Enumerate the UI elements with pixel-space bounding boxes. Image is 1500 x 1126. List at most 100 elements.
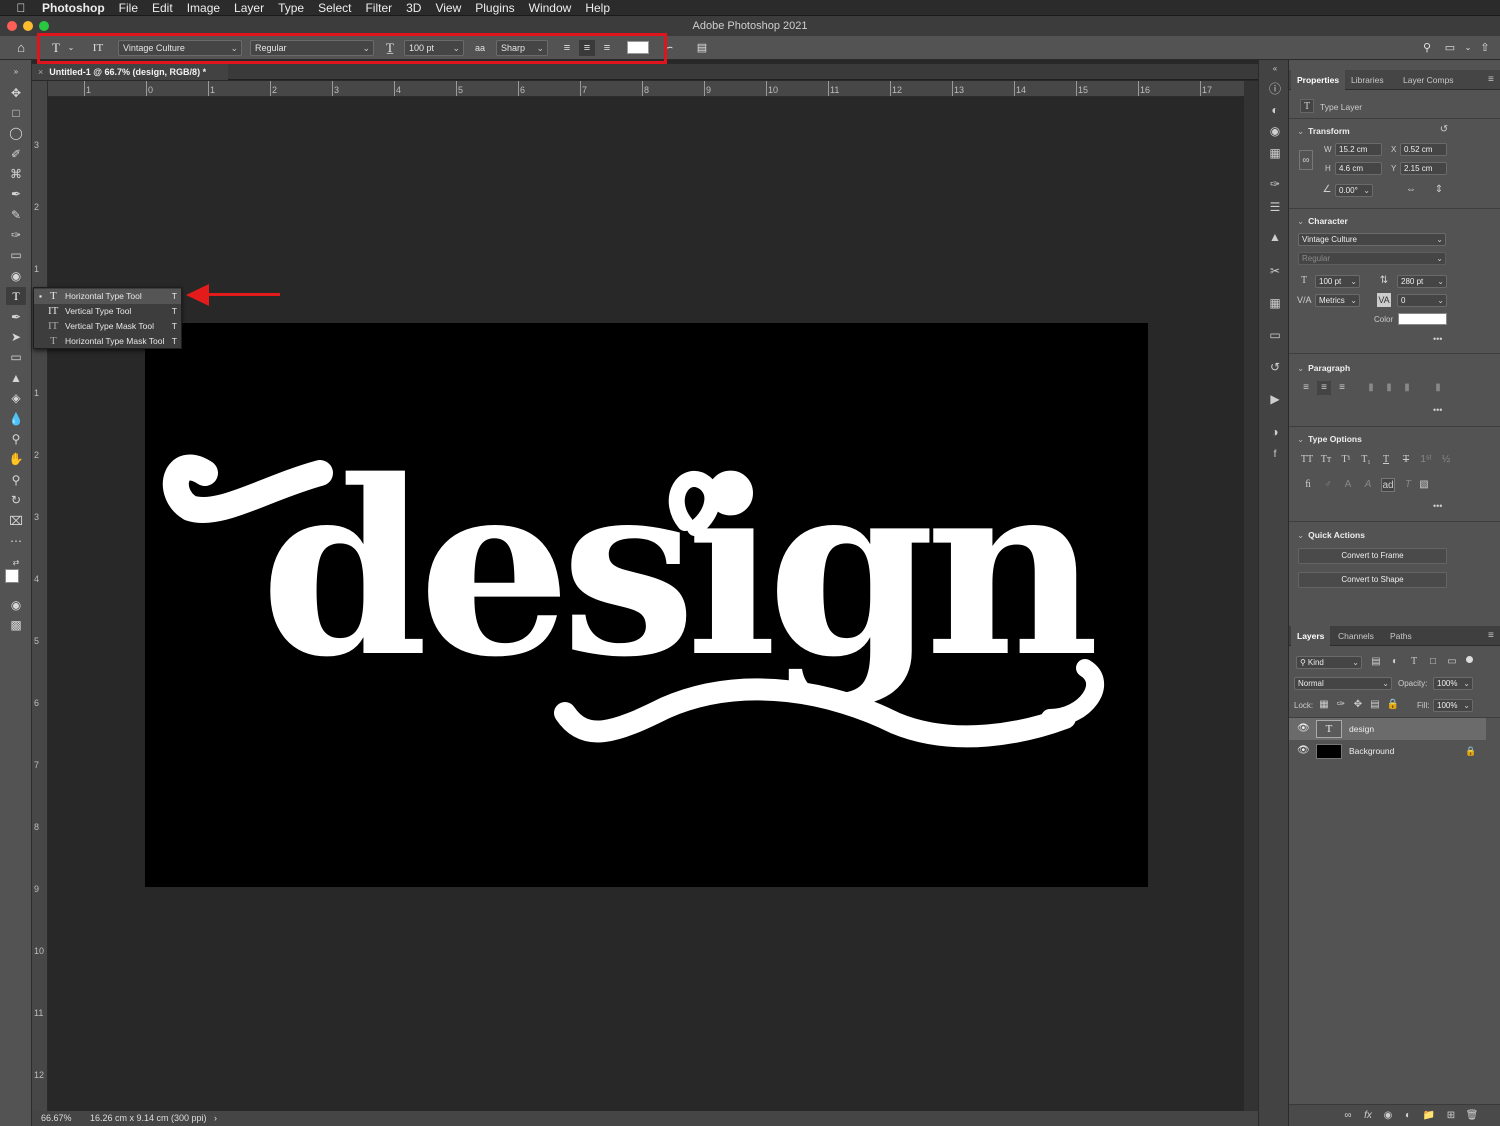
- link-icon[interactable]: ∞: [1299, 150, 1313, 170]
- fx-icon[interactable]: fx: [1361, 1109, 1375, 1123]
- menu-file[interactable]: File: [119, 1, 138, 15]
- subscript-icon[interactable]: T₁: [1359, 453, 1373, 467]
- menu-plugins[interactable]: Plugins: [475, 1, 514, 15]
- blur-tool-icon[interactable]: 💧: [6, 410, 26, 428]
- flyout-item-vertical-type[interactable]: IT Vertical Type Tool T: [34, 304, 181, 319]
- menu-edit[interactable]: Edit: [152, 1, 173, 15]
- underline-icon[interactable]: T: [1379, 453, 1393, 467]
- superscript-icon[interactable]: T¹: [1339, 453, 1353, 467]
- more-icon[interactable]: •••: [1433, 334, 1442, 344]
- tab-channels[interactable]: Channels: [1332, 626, 1380, 646]
- menu-image[interactable]: Image: [187, 1, 220, 15]
- zoom-level[interactable]: 66.67%: [41, 1111, 72, 1126]
- info-icon[interactable]: ⓘ: [1266, 80, 1284, 98]
- paint-bucket-tool-icon[interactable]: ◉: [6, 267, 26, 285]
- layer-row-background[interactable]: 👁 Background 🔒: [1289, 740, 1486, 762]
- opacity-field[interactable]: 100% ⌄: [1433, 677, 1473, 690]
- glyphs-icon[interactable]: f: [1266, 446, 1284, 464]
- sliders-icon[interactable]: ☰: [1266, 198, 1284, 216]
- convert-to-frame-button[interactable]: Convert to Frame: [1298, 548, 1447, 564]
- hand-tool-icon[interactable]: ✋: [6, 450, 26, 468]
- more-icon[interactable]: •••: [1433, 501, 1442, 511]
- character-panel-icon[interactable]: ▤: [694, 40, 710, 56]
- eraser-tool-icon[interactable]: ▭: [6, 246, 26, 264]
- paragraph-align-center-icon[interactable]: ≡: [1317, 381, 1331, 395]
- tab-libraries[interactable]: Libraries: [1345, 70, 1390, 90]
- tab-paths[interactable]: Paths: [1384, 626, 1418, 646]
- kerning-select[interactable]: Metrics ⌄: [1315, 294, 1360, 307]
- filter-pixel-icon[interactable]: ▤: [1369, 655, 1383, 669]
- layer-filter-select[interactable]: ⚲ Kind ⌄: [1296, 656, 1362, 669]
- justify-right-icon[interactable]: ▮: [1400, 381, 1414, 395]
- fill-field[interactable]: 100% ⌄: [1433, 699, 1473, 712]
- grid-icon[interactable]: ▦: [1266, 294, 1284, 312]
- rotate-view-tool-icon[interactable]: ↻: [6, 491, 26, 509]
- move-tool-icon[interactable]: ✥: [6, 84, 26, 102]
- menu-type[interactable]: Type: [278, 1, 304, 15]
- home-icon[interactable]: ⌂: [13, 40, 29, 56]
- collapse-icon[interactable]: «: [1266, 60, 1284, 78]
- justify-left-icon[interactable]: ▮: [1364, 381, 1378, 395]
- document-tab[interactable]: × Untitled-1 @ 66.7% (design, RGB/8) *: [32, 64, 228, 80]
- menu-help[interactable]: Help: [585, 1, 610, 15]
- all-caps-icon[interactable]: TT: [1299, 453, 1315, 467]
- quick-select-tool-icon[interactable]: ✐: [6, 145, 26, 163]
- leading-field[interactable]: 280 pt ⌄: [1397, 275, 1447, 288]
- actions-play-icon[interactable]: ▶: [1266, 390, 1284, 408]
- fractions-icon[interactable]: ½: [1439, 453, 1453, 467]
- close-tab-icon[interactable]: ×: [38, 67, 43, 77]
- type-tool-icon[interactable]: T: [6, 287, 26, 305]
- flyout-item-horizontal-type[interactable]: ▪ T Horizontal Type Tool T: [34, 289, 181, 304]
- ordinals-icon[interactable]: 1ˢᵗ: [1419, 453, 1433, 467]
- adjustments-icon[interactable]: ◐: [1266, 101, 1284, 119]
- swash-icon[interactable]: A: [1341, 478, 1355, 492]
- new-layer-icon[interactable]: ⊞: [1444, 1109, 1458, 1123]
- character-header[interactable]: ⌄ Character: [1297, 216, 1348, 227]
- color-icon[interactable]: ◉: [1266, 122, 1284, 140]
- close-window-button[interactable]: [7, 21, 17, 31]
- justify-all-icon[interactable]: ▮: [1431, 381, 1445, 395]
- filter-shape-icon[interactable]: □: [1426, 655, 1440, 669]
- path-selection-tool-icon[interactable]: ➤: [6, 328, 26, 346]
- healing-brush-tool-icon[interactable]: ✎: [6, 206, 26, 224]
- tracking-field[interactable]: 0 ⌄: [1397, 294, 1447, 307]
- filter-adjustment-icon[interactable]: ◐: [1388, 655, 1402, 669]
- layer-row-design[interactable]: 👁 T design: [1289, 718, 1486, 740]
- lock-artboard-icon[interactable]: ▤: [1368, 698, 1382, 712]
- panel-menu-icon[interactable]: ≡: [1482, 626, 1500, 646]
- layer-name[interactable]: design: [1349, 718, 1374, 740]
- flyout-item-vertical-type-mask[interactable]: IT Vertical Type Mask Tool T: [34, 319, 181, 334]
- eyedropper-tool-icon[interactable]: ✒: [6, 185, 26, 203]
- flyout-item-horizontal-type-mask[interactable]: T Horizontal Type Mask Tool T: [34, 334, 181, 349]
- rectangle-tool-icon[interactable]: ▭: [6, 348, 26, 366]
- chevron-down-icon[interactable]: ⌄: [1460, 40, 1476, 56]
- screen-mode-icon[interactable]: ▩: [6, 616, 26, 634]
- tab-properties[interactable]: Properties: [1291, 70, 1346, 90]
- flip-vertical-icon[interactable]: ⇕: [1432, 183, 1446, 197]
- stylistic-alternates-icon[interactable]: A: [1361, 478, 1375, 492]
- angle-field[interactable]: 0.00° ⌄: [1335, 184, 1373, 197]
- contextual-icon[interactable]: T: [1401, 478, 1415, 492]
- layer-comps-icon[interactable]: ▭: [1266, 326, 1284, 344]
- vertical-scrollbar[interactable]: [1244, 81, 1258, 1111]
- lasso-tool-icon[interactable]: ◯: [6, 124, 26, 142]
- character-size-field[interactable]: 100 pt ⌄: [1315, 275, 1360, 288]
- menu-filter[interactable]: Filter: [365, 1, 392, 15]
- x-field[interactable]: 0.52 cm: [1400, 143, 1447, 156]
- more-tools-icon[interactable]: ⋯: [6, 532, 26, 550]
- marquee-tool-icon[interactable]: □: [6, 104, 26, 122]
- quick-actions-header[interactable]: ⌄ Quick Actions: [1297, 530, 1365, 541]
- history-brush-tool-icon[interactable]: ◈: [6, 389, 26, 407]
- character-style-select[interactable]: Regular ⌄: [1298, 252, 1446, 265]
- justify-center-icon[interactable]: ▮: [1382, 381, 1396, 395]
- add-mask-icon[interactable]: ◉: [1381, 1109, 1395, 1123]
- small-caps-icon[interactable]: Tт: [1319, 453, 1333, 467]
- more-icon[interactable]: •••: [1433, 405, 1442, 415]
- share-icon[interactable]: ⇧: [1477, 40, 1493, 56]
- paragraph-align-left-icon[interactable]: ≡: [1299, 381, 1313, 395]
- zoom-tool-icon[interactable]: ⚲: [6, 471, 26, 489]
- lock-position-icon[interactable]: ✥: [1351, 698, 1365, 712]
- foreground-color-swatch[interactable]: [5, 569, 19, 583]
- navigator-icon[interactable]: ◑: [1266, 423, 1284, 441]
- lock-all-icon[interactable]: 🔒: [1386, 698, 1400, 712]
